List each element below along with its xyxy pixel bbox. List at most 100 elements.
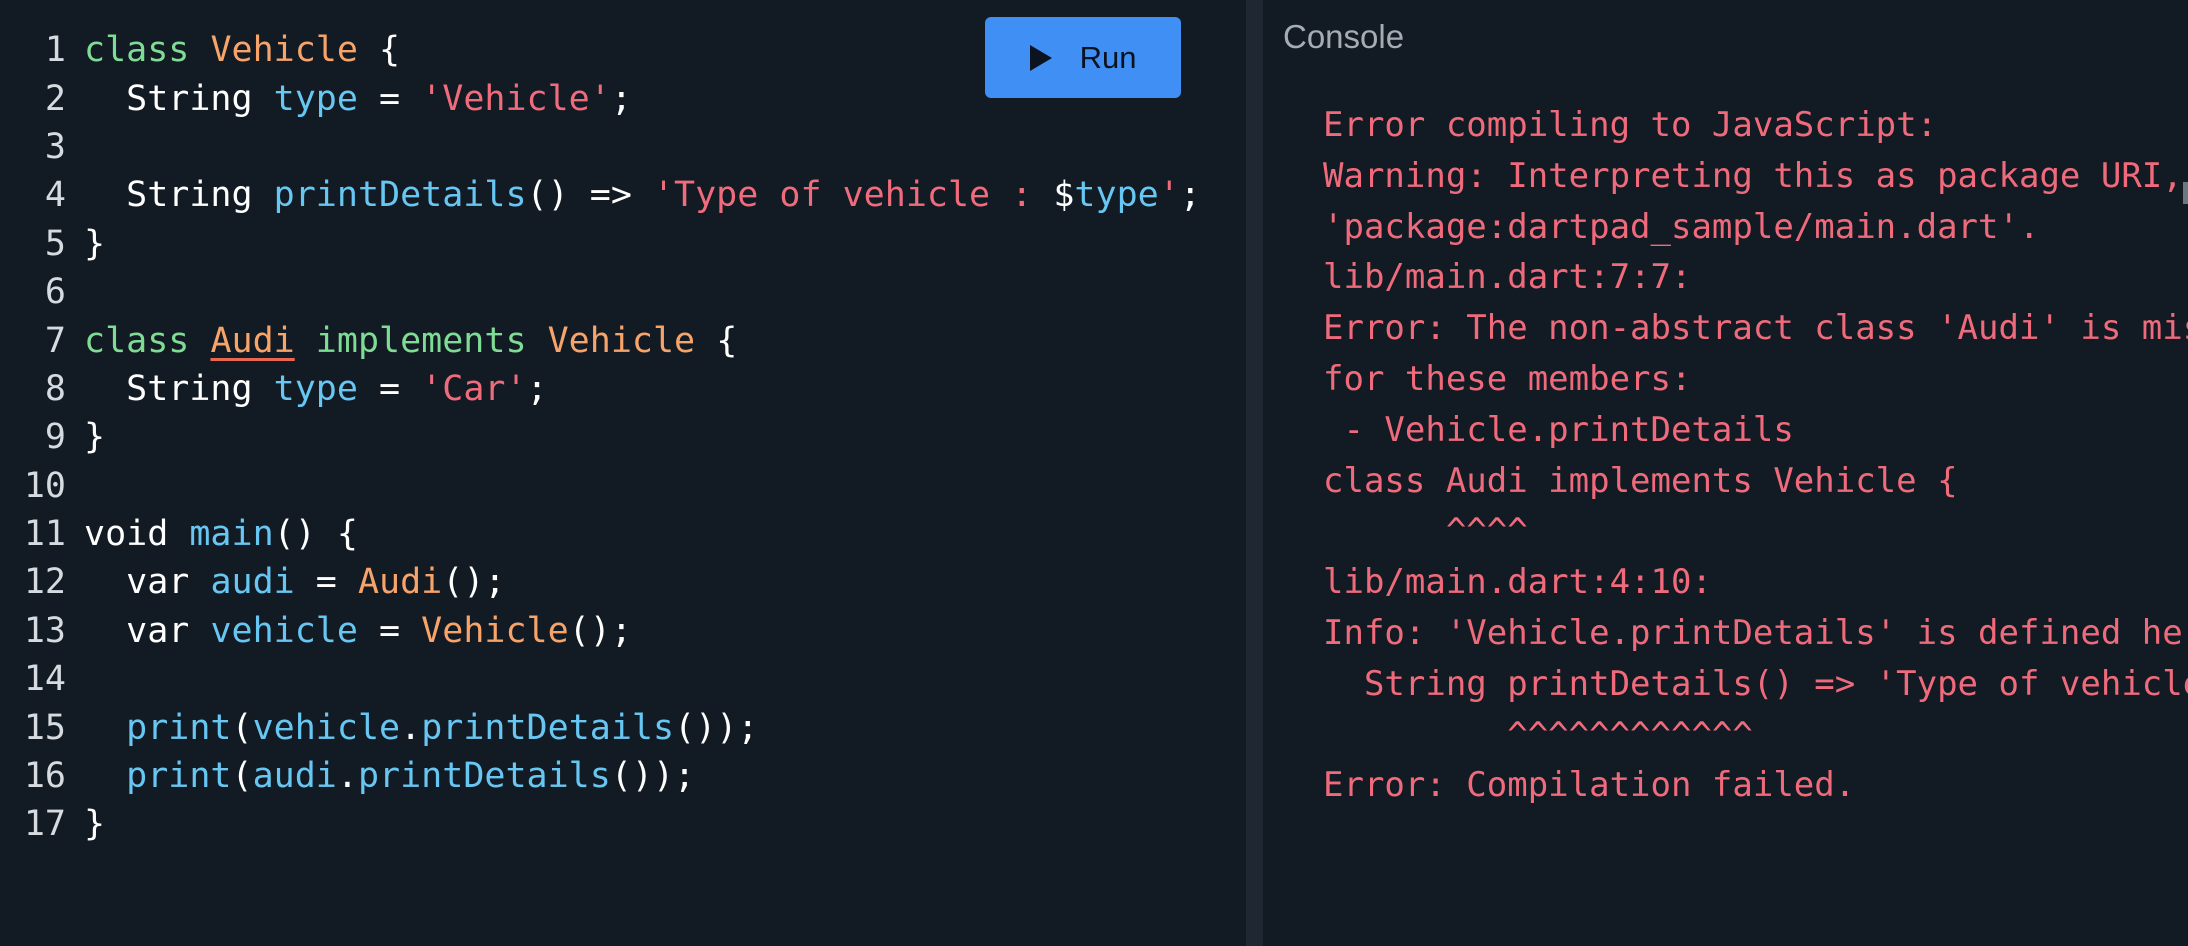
- line-number: 1: [44, 30, 66, 71]
- code-lines[interactable]: 1 class Vehicle {2 String type = 'Vehicle…: [0, 26, 1201, 849]
- code-token: String: [84, 368, 274, 409]
- run-button-label: Run: [1079, 39, 1137, 75]
- code-line[interactable]: 4 String printDetails() => 'Type of vehi…: [0, 171, 1201, 219]
- code-editor[interactable]: 1 class Vehicle {2 String type = 'Vehicle…: [0, 0, 1246, 946]
- console-line: Error compiling to JavaScript:: [1323, 105, 1938, 145]
- line-number: 17: [23, 804, 66, 845]
- console-line: Warning: Interpreting this as package UR…: [1323, 155, 2183, 196]
- code-line[interactable]: 8 String type = 'Car';: [0, 365, 1201, 413]
- code-token: String: [84, 175, 274, 216]
- console-output: Error compiling to JavaScript: Warning: I…: [1323, 100, 2188, 811]
- code-text: String type = 'Car';: [84, 368, 548, 409]
- code-line[interactable]: 3: [0, 123, 1201, 171]
- code-token: =: [357, 78, 422, 119]
- console-line: for these members:: [1323, 358, 1692, 399]
- code-line[interactable]: 9}: [0, 413, 1201, 461]
- line-number: 14: [23, 659, 66, 700]
- code-token: type: [273, 368, 358, 409]
- code-token: 'Type of vehicle :: [652, 175, 1054, 216]
- code-token: Audi: [357, 562, 443, 603]
- code-text: }: [84, 224, 105, 264]
- code-token: ;: [1179, 175, 1201, 216]
- line-number: 15: [23, 707, 66, 748]
- code-token: }: [84, 223, 106, 264]
- code-token: ;: [526, 368, 548, 409]
- code-token: implements: [294, 320, 548, 361]
- code-token: }: [84, 417, 106, 458]
- code-token: printDetails: [421, 707, 675, 748]
- code-token: ': [1158, 175, 1180, 216]
- console-line: class Audi implements Vehicle {: [1323, 460, 1958, 501]
- code-text: var vehicle = Vehicle();: [84, 611, 632, 651]
- code-token: audi: [210, 562, 295, 603]
- console-title: Console: [1283, 18, 1405, 55]
- code-token: .: [336, 756, 358, 797]
- code-line[interactable]: 15 print(vehicle.printDetails());: [0, 703, 1201, 751]
- console-line: 'package:dartpad_sample/main.dart'.: [1323, 206, 2040, 247]
- code-line[interactable]: 12 var audi = Audi();: [0, 558, 1201, 606]
- code-token: ());: [674, 707, 759, 748]
- play-icon: [1029, 44, 1052, 71]
- code-text: }: [84, 804, 105, 844]
- line-number: 10: [23, 465, 66, 506]
- code-token: =: [357, 610, 422, 651]
- line-number: 13: [23, 610, 66, 651]
- code-token: Vehicle: [210, 30, 358, 71]
- code-text: class Audi implements Vehicle {: [84, 321, 737, 361]
- line-number: 6: [44, 272, 66, 313]
- code-token: Vehicle: [421, 610, 569, 651]
- code-line[interactable]: 13 var vehicle = Vehicle();: [0, 607, 1201, 655]
- console-line: Info: 'Vehicle.printDetails' is defined …: [1323, 612, 2188, 653]
- console-line: Error: The non-abstract class 'Audi' is …: [1323, 308, 2188, 349]
- code-token: print: [84, 707, 232, 748]
- console-line: lib/main.dart:7:7:: [1323, 257, 1692, 298]
- code-token: ();: [568, 610, 632, 651]
- code-line[interactable]: 17}: [0, 800, 1201, 848]
- code-text: print(vehicle.printDetails());: [84, 708, 758, 748]
- line-number: 11: [23, 514, 66, 555]
- code-token: {: [695, 320, 738, 361]
- code-token: Audi: [210, 320, 295, 361]
- line-number: 9: [44, 417, 66, 458]
- console-line: - Vehicle.printDetails: [1323, 409, 1794, 450]
- code-token: $: [1053, 175, 1075, 216]
- code-line[interactable]: 7 class Audi implements Vehicle {: [0, 316, 1201, 364]
- run-button[interactable]: Run: [985, 17, 1181, 98]
- code-token: ;: [610, 78, 632, 119]
- code-text: String type = 'Vehicle';: [84, 79, 632, 119]
- code-token: }: [84, 804, 106, 845]
- code-line[interactable]: 6: [0, 268, 1201, 316]
- console-scrollbar[interactable]: [2183, 182, 2188, 204]
- code-token: =: [294, 562, 358, 603]
- code-token: printDetails: [273, 175, 527, 216]
- code-token: ());: [610, 756, 696, 797]
- code-text: void main() {: [84, 514, 358, 554]
- code-token: (: [231, 756, 253, 797]
- code-token: class: [84, 30, 211, 71]
- line-number: 5: [44, 223, 66, 264]
- code-text: }: [84, 417, 105, 457]
- code-token: (: [231, 707, 253, 748]
- code-line[interactable]: 16 print(audi.printDetails());: [0, 752, 1201, 800]
- code-token: printDetails: [357, 756, 611, 797]
- code-line[interactable]: 14: [0, 655, 1201, 703]
- code-token: class: [84, 320, 211, 361]
- code-token: void: [84, 514, 190, 555]
- code-line[interactable]: 5}: [0, 220, 1201, 268]
- code-text: class Vehicle {: [84, 30, 400, 70]
- code-token: type: [1074, 175, 1159, 216]
- code-line[interactable]: 10: [0, 462, 1201, 510]
- console-line: Error: Compilation failed.: [1323, 765, 1856, 806]
- code-text: String printDetails() => 'Type of vehicl…: [84, 175, 1201, 215]
- code-token: type: [273, 78, 358, 119]
- code-text: var audi = Audi();: [84, 562, 505, 602]
- code-token: () =>: [526, 175, 653, 216]
- line-number: 12: [23, 562, 66, 603]
- code-token: {: [357, 30, 401, 71]
- console-line: lib/main.dart:4:10:: [1323, 562, 1712, 603]
- line-number: 3: [44, 126, 66, 167]
- code-line[interactable]: 11 void main() {: [0, 510, 1201, 558]
- dartpad-app: 1 class Vehicle {2 String type = 'Vehicle…: [0, 0, 2188, 946]
- pane-divider[interactable]: [1246, 0, 1263, 946]
- code-token: .: [400, 707, 422, 748]
